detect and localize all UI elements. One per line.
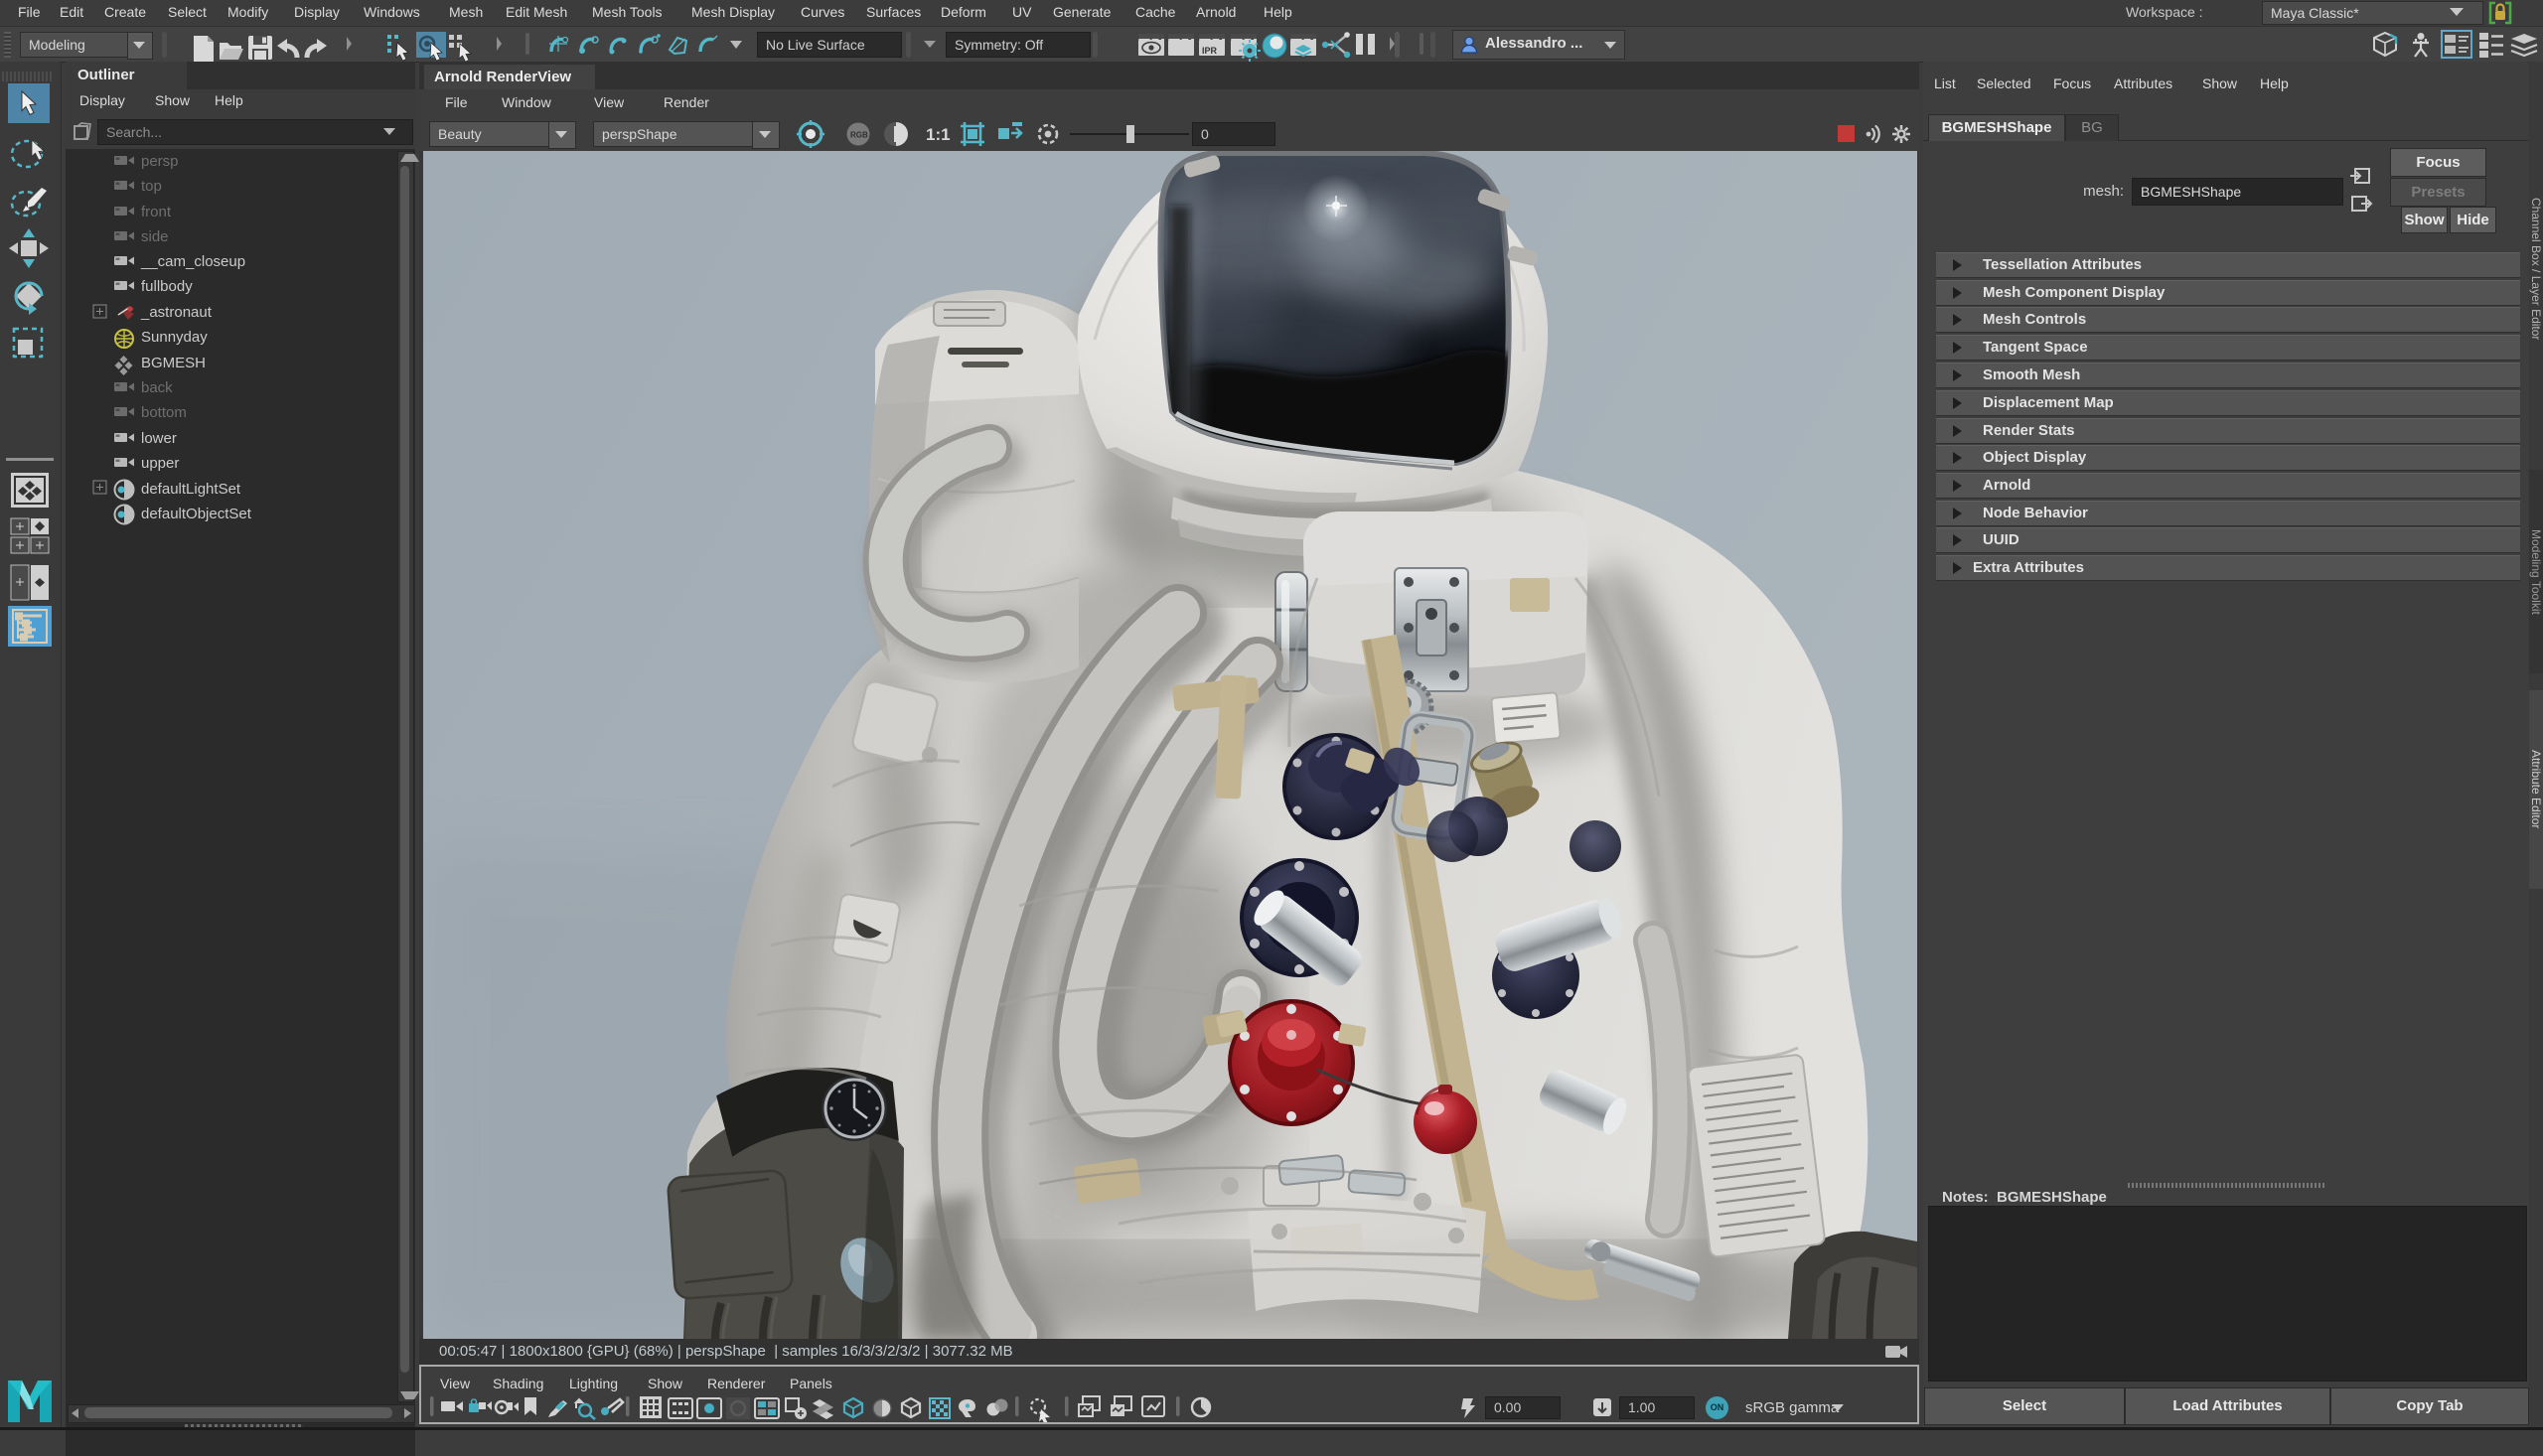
svg-text:IPR: IPR [1202,46,1218,56]
svg-text:RGB: RGB [850,131,868,140]
svg-text:1:1: 1:1 [926,125,951,144]
